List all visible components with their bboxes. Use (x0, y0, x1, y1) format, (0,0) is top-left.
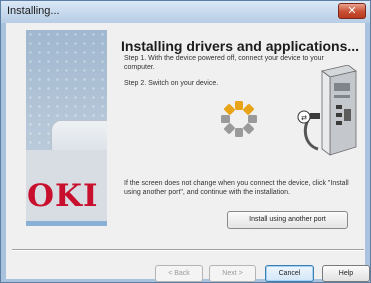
page-title: Installing drivers and applications... (121, 38, 360, 54)
window-title: Installing... (7, 5, 60, 17)
oki-logo: OKI (27, 178, 99, 214)
back-button[interactable]: < Back (155, 265, 203, 282)
close-button[interactable]: ✕ (338, 3, 366, 19)
help-button[interactable]: Help (322, 265, 370, 282)
computer-usb-cable-icon: ⇄ (297, 65, 357, 156)
dialog-body: OKI Installing drivers and applications.… (6, 23, 370, 282)
step-2-text: Step 2. Switch on your device. (124, 80, 219, 87)
cancel-button[interactable]: Cancel (265, 265, 314, 282)
footer-separator (12, 249, 364, 251)
info-text: If the screen does not change when you c… (124, 180, 349, 196)
title-bar[interactable]: Installing... ✕ (1, 1, 370, 23)
installer-window: Installing... ✕ OKI Installing drivers a… (0, 0, 371, 283)
install-another-port-button[interactable]: Install using another port (227, 211, 348, 229)
brand-banner: OKI (26, 30, 107, 226)
close-icon: ✕ (347, 5, 357, 17)
next-button[interactable]: Next > (209, 265, 256, 282)
loading-spinner-icon (221, 101, 257, 137)
banner-bar (26, 221, 107, 226)
svg-text:⇄: ⇄ (301, 114, 307, 122)
